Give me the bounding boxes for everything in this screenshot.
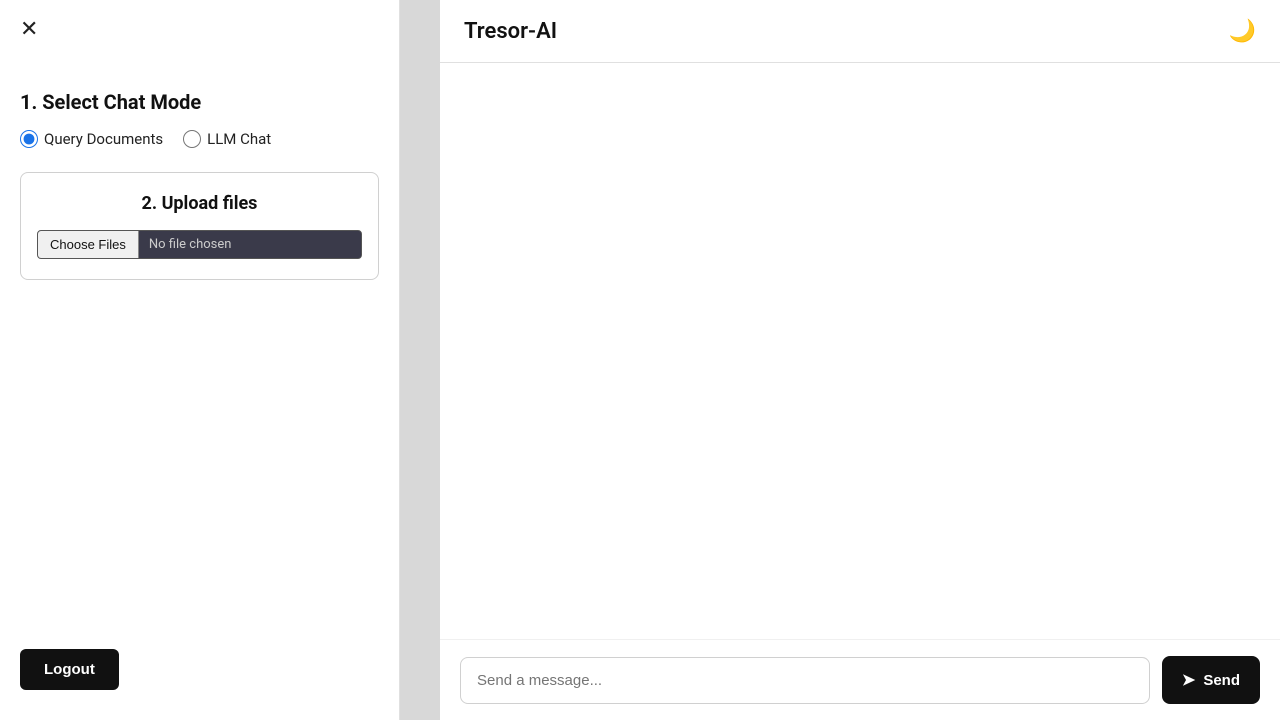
llm-chat-label: LLM Chat <box>207 130 271 148</box>
sidebar: ✕ 1. Select Chat Mode Query Documents LL… <box>0 0 400 720</box>
chat-input-area: ➤ Send <box>440 639 1280 720</box>
send-button[interactable]: ➤ Send <box>1162 656 1260 704</box>
chat-area: Tresor-AI 🌙 ➤ Send <box>440 0 1280 720</box>
chat-messages <box>440 63 1280 639</box>
file-chosen-label: No file chosen <box>139 231 361 258</box>
upload-section: 2. Upload files Choose Files No file cho… <box>20 172 379 280</box>
sidebar-divider <box>400 0 440 720</box>
message-input[interactable] <box>460 657 1150 704</box>
chat-header: Tresor-AI 🌙 <box>440 0 1280 63</box>
upload-title: 2. Upload files <box>37 193 362 214</box>
chat-mode-group: Query Documents LLM Chat <box>20 130 379 148</box>
llm-chat-radio[interactable] <box>183 130 201 148</box>
query-documents-label: Query Documents <box>44 130 163 148</box>
choose-files-button[interactable]: Choose Files <box>38 231 139 258</box>
file-input-container: Choose Files No file chosen <box>37 230 362 259</box>
app-title: Tresor-AI <box>464 19 557 44</box>
close-button[interactable]: ✕ <box>20 18 38 40</box>
llm-chat-option[interactable]: LLM Chat <box>183 130 271 148</box>
dark-mode-button[interactable]: 🌙 <box>1229 18 1256 44</box>
send-label: Send <box>1203 672 1240 689</box>
logout-button[interactable]: Logout <box>20 649 119 690</box>
send-icon: ➤ <box>1182 670 1195 690</box>
query-documents-option[interactable]: Query Documents <box>20 130 163 148</box>
select-mode-title: 1. Select Chat Mode <box>20 90 379 114</box>
query-documents-radio[interactable] <box>20 130 38 148</box>
